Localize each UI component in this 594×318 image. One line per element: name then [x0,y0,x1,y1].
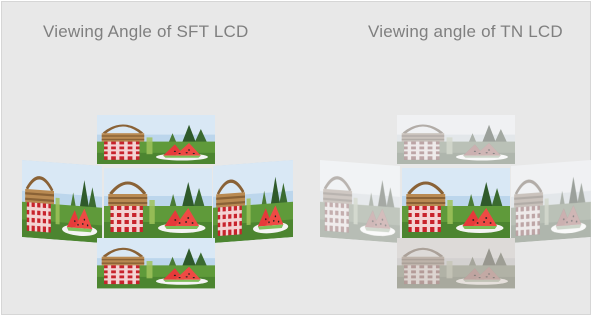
tn-view-center [402,168,511,238]
sft-panels [22,115,294,289]
tn-view-top [397,115,516,164]
sft-view-top [97,115,216,164]
sft-view-bottom [97,238,216,289]
tn-view-bottom [397,238,516,289]
sft-view-right [213,159,294,244]
viewing-angle-illustration [22,115,592,289]
tn-view-right [511,159,592,244]
tn-panels [320,115,592,289]
sft-view-left [22,160,103,244]
sft-view-center [104,168,213,238]
tn-view-left [320,160,401,244]
